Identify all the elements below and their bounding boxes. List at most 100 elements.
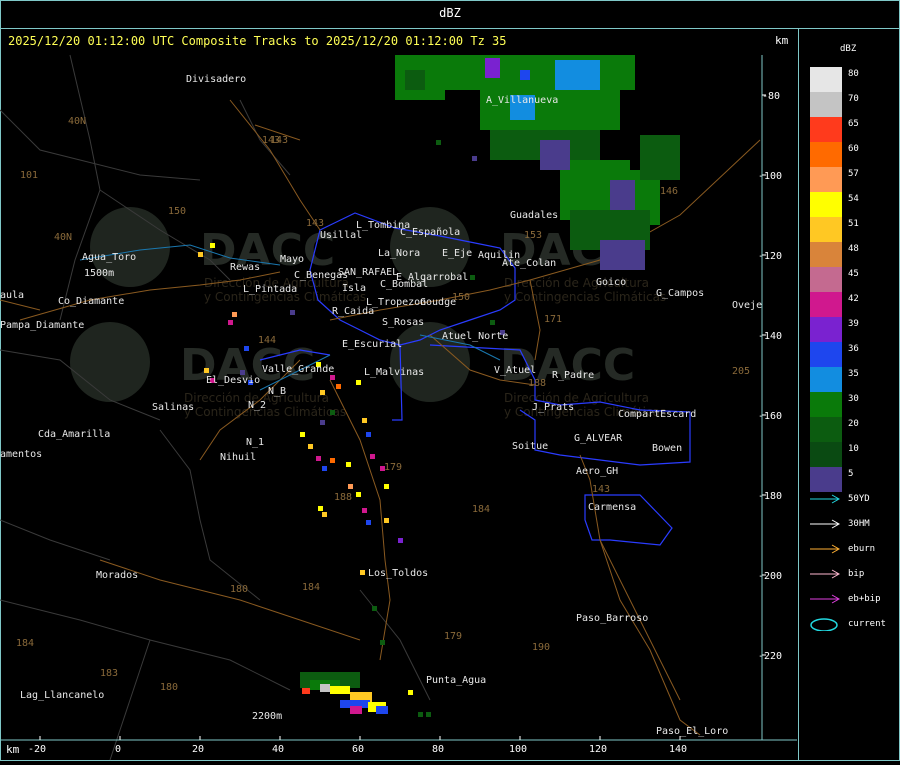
place-label: N_2 [248, 400, 266, 411]
legend-label: 54 [848, 194, 859, 204]
road-number: 40N [54, 232, 72, 243]
place-label: Mayo [280, 254, 304, 265]
place-label: Paso_El_Loro [656, 726, 728, 737]
place-label: G_ALVEAR [574, 433, 623, 444]
place-label: Los_Toldos [368, 568, 428, 579]
echo-pixel [232, 312, 237, 317]
km-unit-label: km [775, 34, 789, 47]
echo-area [540, 140, 570, 170]
echo-pixel [384, 484, 389, 489]
echo-area [640, 135, 680, 180]
echo-area [555, 60, 600, 90]
echo-pixel [204, 368, 209, 373]
legend-swatch [810, 217, 842, 242]
echo-pixel [330, 375, 335, 380]
place-label: R_Padre [552, 370, 594, 381]
legend-label: 57 [848, 169, 859, 179]
x-tick: 120 [589, 744, 607, 755]
legend-label: 35 [848, 369, 859, 379]
place-label: Morados [96, 570, 138, 581]
legend-swatch [810, 142, 842, 167]
track-legend-label: eb+bip [848, 594, 881, 604]
x-tick: 60 [352, 744, 364, 755]
echo-pixel [330, 410, 335, 415]
place-label: Rewas [230, 262, 260, 273]
legend-swatch [810, 242, 842, 267]
echo-pixel [398, 538, 403, 543]
place-label: Co_Diamante [58, 296, 124, 307]
place-label: Paso_Barroso [576, 613, 648, 624]
place-label: CompartEscard [618, 409, 696, 420]
echo-area [320, 684, 330, 692]
x-tick: 0 [115, 744, 121, 755]
window-title: dBZ [439, 6, 461, 20]
place-label: R_Caida [332, 306, 374, 317]
track-legend-label: eburn [848, 544, 876, 554]
place-label: Valle_Grande [262, 364, 334, 375]
place-label: Bowen [652, 443, 682, 454]
echo-pixel [346, 462, 351, 467]
place-label: Aero_GH [576, 466, 618, 477]
place-label: L_Malvinas [364, 367, 424, 378]
road-number: 146 [660, 186, 678, 197]
road-number: 183 [100, 668, 118, 679]
echo-pixel [372, 606, 377, 611]
legend-swatch [810, 67, 842, 92]
road-number: 153 [524, 230, 542, 241]
place-label: Goudge [420, 297, 456, 308]
current-ellipse-icon [810, 618, 838, 631]
track-legend-label: 50YD [848, 494, 870, 504]
echo-pixel [290, 310, 295, 315]
x-tick: 140 [669, 744, 687, 755]
place-label: V_Atuel [494, 365, 536, 376]
legend-swatch [810, 342, 842, 367]
place-label: N_B [268, 386, 286, 397]
legend-swatch [810, 267, 842, 292]
echo-pixel [356, 492, 361, 497]
map-canvas[interactable]: DACCDirección de Agriculturay Contingenc… [0, 29, 797, 761]
legend-label: 36 [848, 344, 859, 354]
echo-area [445, 55, 635, 90]
place-label: N_1 [246, 437, 264, 448]
echo-pixel [366, 520, 371, 525]
road-number: 143 [592, 484, 610, 495]
legend-label: 48 [848, 244, 859, 254]
place-label: C_Benegas [294, 270, 348, 281]
road-number: 144 [258, 335, 276, 346]
track-arrow-icon [810, 594, 841, 604]
track-arrow-icon [810, 519, 841, 529]
echo-pixel [322, 512, 327, 517]
place-label: Nihuil [220, 452, 256, 463]
legend-title: dBZ [840, 44, 857, 54]
echo-pixel [228, 320, 233, 325]
place-label: Oveje [732, 300, 762, 311]
x-tick: -20 [28, 744, 46, 755]
echo-pixel [308, 444, 313, 449]
place-label: L_Pintada [243, 284, 297, 295]
legend-swatch [810, 392, 842, 417]
track-arrow-icon [810, 569, 841, 579]
place-label: La_Nora [378, 248, 420, 259]
place-label: Atuel_Norte [442, 331, 508, 342]
echo-pixel [318, 506, 323, 511]
road-number: 180 [230, 584, 248, 595]
echo-pixel [320, 420, 325, 425]
echo-area [600, 240, 645, 270]
radar-map[interactable]: DACC Dirección de Agricultura y Contingenc… [0, 29, 797, 761]
place-label: Isla [342, 283, 366, 294]
echo-pixel [436, 140, 441, 145]
echo-pixel [472, 156, 477, 161]
legend-label: 42 [848, 294, 859, 304]
legend-label: 20 [848, 419, 859, 429]
echo-pixel [490, 320, 495, 325]
place-label: Guadales [510, 210, 558, 221]
legend-label: 70 [848, 94, 859, 104]
legend-swatch [810, 292, 842, 317]
legend-label: 30 [848, 394, 859, 404]
echo-pixel [244, 346, 249, 351]
road-number: 184 [302, 582, 320, 593]
x-tick: 40 [272, 744, 284, 755]
place-label: C_Bombal [380, 279, 428, 290]
place-label: amentos [0, 449, 42, 460]
road-number: 179 [444, 631, 462, 642]
